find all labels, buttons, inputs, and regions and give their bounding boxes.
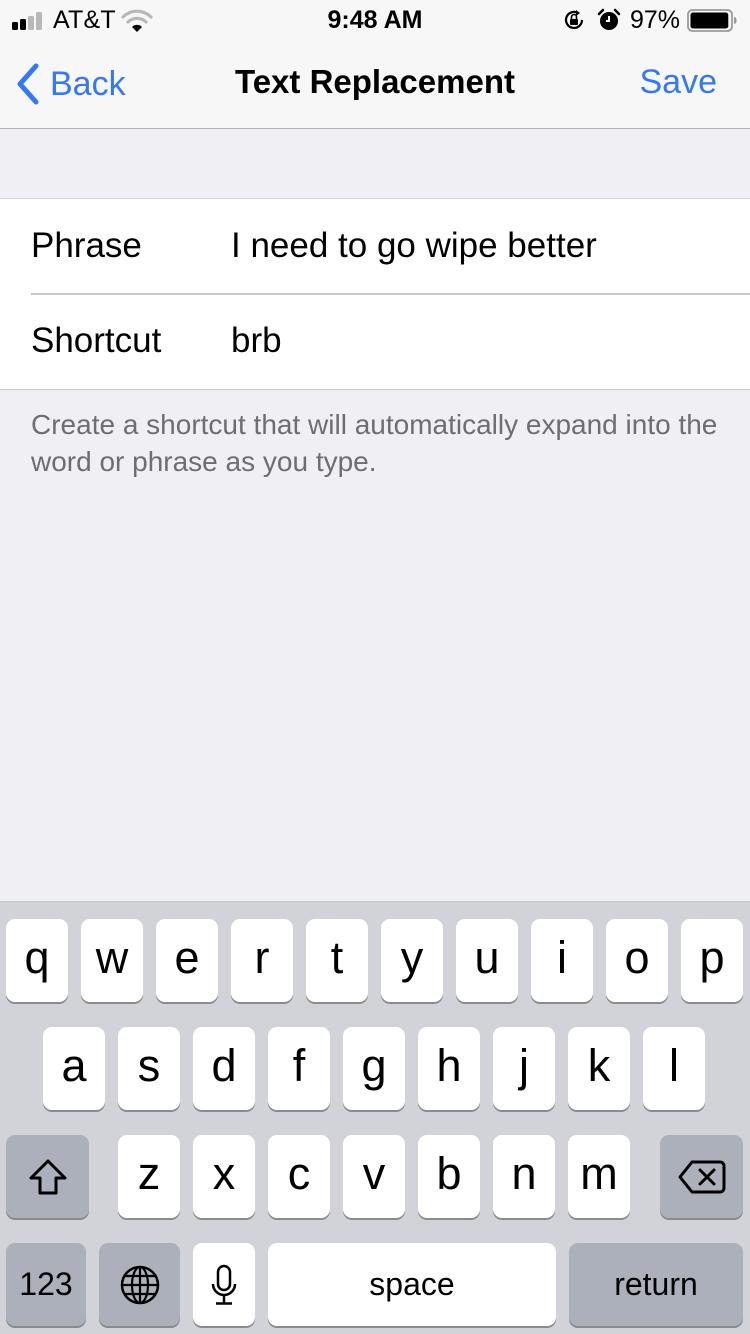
key-label: b [436, 1147, 462, 1199]
key-label: v [362, 1147, 386, 1199]
key-z[interactable]: z [118, 1135, 180, 1218]
microphone-key[interactable] [193, 1243, 255, 1326]
numbers-key[interactable]: 123 [6, 1243, 86, 1326]
key-l[interactable]: l [643, 1027, 705, 1110]
status-bar: AT&T 9:48 AM 97% [0, 0, 750, 40]
shift-key[interactable] [6, 1135, 89, 1218]
key-v[interactable]: v [343, 1135, 405, 1218]
key-label: p [699, 931, 725, 983]
key-label: k [587, 1039, 611, 1091]
back-button[interactable]: Back [14, 62, 126, 106]
key-label: z [137, 1147, 161, 1199]
shift-icon [29, 1159, 66, 1194]
phrase-input[interactable] [231, 221, 731, 271]
key-y[interactable]: y [381, 919, 443, 1002]
key-f[interactable]: f [268, 1027, 330, 1110]
key-label: f [292, 1039, 306, 1091]
key-label: g [361, 1039, 387, 1091]
key-x[interactable]: x [193, 1135, 255, 1218]
key-label: y [400, 931, 424, 983]
key-e[interactable]: e [156, 919, 218, 1002]
space-key[interactable]: space [268, 1243, 556, 1326]
numbers-key-label: 123 [19, 1266, 73, 1302]
return-key[interactable]: return [569, 1243, 743, 1326]
delete-icon [678, 1160, 725, 1193]
delete-key[interactable] [660, 1135, 743, 1218]
key-w[interactable]: w [81, 919, 143, 1002]
shortcut-input[interactable] [231, 316, 731, 366]
key-t[interactable]: t [306, 919, 368, 1002]
key-h[interactable]: h [418, 1027, 480, 1110]
key-label: t [330, 931, 344, 983]
rotation-lock-icon [564, 10, 584, 29]
phrase-row: Phrase [0, 199, 750, 295]
text-replacement-form: Phrase Shortcut [0, 198, 750, 390]
key-u[interactable]: u [456, 919, 518, 1002]
key-label: e [174, 931, 200, 983]
chevron-left-icon [17, 63, 39, 105]
key-label: n [511, 1147, 537, 1199]
microphone-icon [211, 1264, 237, 1305]
key-s[interactable]: s [118, 1027, 180, 1110]
save-button[interactable]: Save [640, 63, 718, 102]
key-c[interactable]: c [268, 1135, 330, 1218]
key-label: d [211, 1039, 237, 1091]
key-label: l [669, 1039, 679, 1091]
key-label: u [474, 931, 500, 983]
keyboard: qwe r t yu i op asd f gh j k l zxcvbnm 123 space r… [0, 901, 750, 1334]
key-k[interactable]: k [568, 1027, 630, 1110]
key-o[interactable]: o [606, 919, 668, 1002]
key-a[interactable]: a [43, 1027, 105, 1110]
globe-icon [120, 1265, 159, 1304]
key-i[interactable]: i [531, 919, 593, 1002]
key-j[interactable]: j [493, 1027, 555, 1110]
return-key-label: return [614, 1266, 698, 1302]
key-q[interactable]: q [6, 919, 68, 1002]
key-g[interactable]: g [343, 1027, 405, 1110]
key-label: j [519, 1039, 529, 1091]
globe-key[interactable] [99, 1243, 180, 1326]
key-label: a [61, 1039, 87, 1091]
navigation-bar: Back Text Replacement Save [0, 40, 750, 129]
key-label: r [254, 931, 270, 983]
shortcut-label: Shortcut [31, 321, 162, 360]
back-label: Back [50, 64, 126, 103]
key-r[interactable]: r [231, 919, 293, 1002]
key-label: m [580, 1147, 618, 1199]
key-label: o [624, 931, 650, 983]
alarm-icon [597, 8, 621, 30]
key-label: w [95, 931, 129, 983]
key-d[interactable]: d [193, 1027, 255, 1110]
space-key-label: space [369, 1266, 455, 1302]
key-n[interactable]: n [493, 1135, 555, 1218]
key-label: c [287, 1147, 311, 1199]
shortcut-row: Shortcut [0, 294, 750, 389]
battery-icon [687, 9, 737, 32]
key-p[interactable]: p [681, 919, 743, 1002]
key-label: i [557, 931, 567, 983]
key-label: s [137, 1039, 161, 1091]
battery-percent: 97% [630, 6, 681, 34]
key-m[interactable]: m [568, 1135, 630, 1218]
footer-description: Create a shortcut that will automaticall… [31, 409, 718, 477]
key-label: q [24, 931, 50, 983]
key-label: h [436, 1039, 462, 1091]
key-b[interactable]: b [418, 1135, 480, 1218]
key-label: x [212, 1147, 236, 1199]
phrase-label: Phrase [31, 226, 142, 265]
